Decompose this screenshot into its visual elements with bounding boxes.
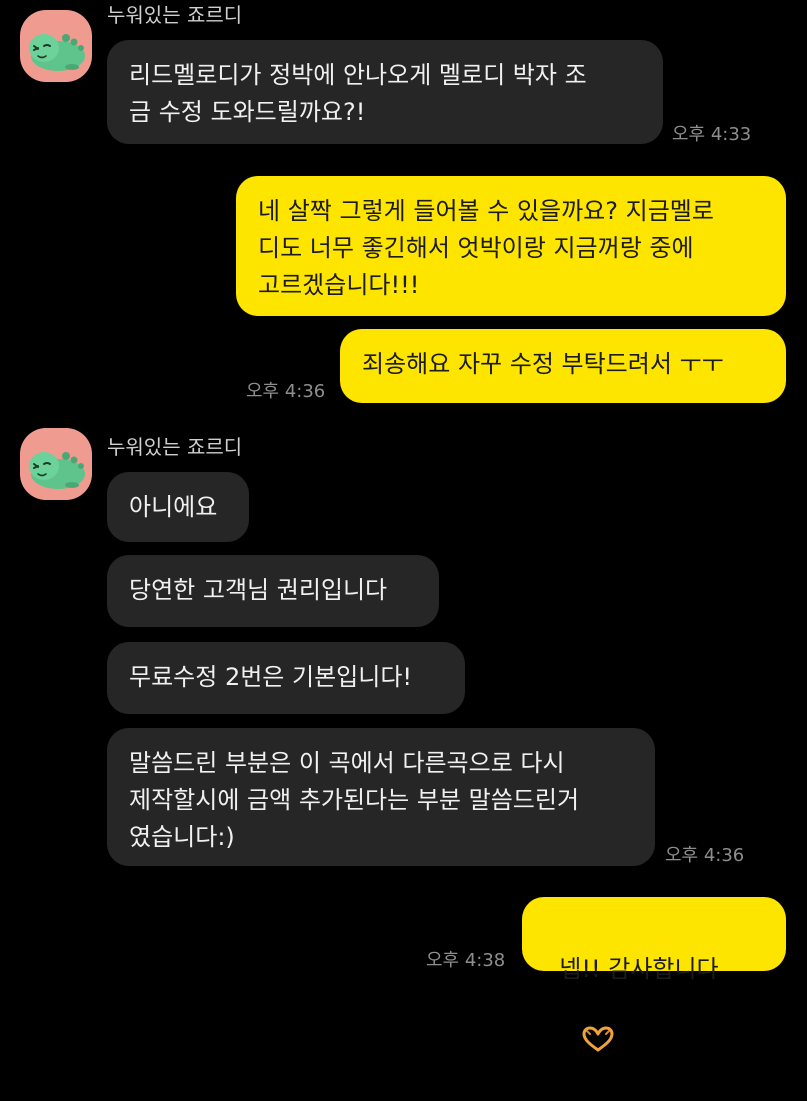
message-time: 오후 4:33 <box>672 124 752 145</box>
sender-name: 누워있는 죠르디 <box>107 3 243 27</box>
heart-hands-icon <box>550 988 615 1101</box>
avatar[interactable] <box>20 428 92 500</box>
sender-name: 누워있는 죠르디 <box>107 435 243 459</box>
message-bubble[interactable]: 아니에요 <box>107 472 249 542</box>
message-time: 오후 4:38 <box>426 950 506 971</box>
avatar[interactable] <box>20 10 92 82</box>
jordy-dinosaur-icon <box>29 34 85 71</box>
message-bubble[interactable]: 당연한 고객님 권리입니다 <box>107 555 439 627</box>
message-text: 넵!! 감사합니다 <box>559 955 719 983</box>
message-bubble[interactable]: 넵!! 감사합니다 <box>522 897 786 1052</box>
jordy-dinosaur-icon <box>29 452 85 489</box>
message-bubble[interactable]: 죄송해요 자꾸 수정 부탁드려서 ㅜㅜ <box>340 329 786 403</box>
message-bubble[interactable]: 네 살짝 그렇게 들어볼 수 있을까요? 지금멜로 디도 너무 좋긴해서 엇박이… <box>236 176 786 316</box>
message-bubble[interactable]: 리드멜로디가 정박에 안나오게 멜로디 박자 조 금 수정 도와드릴까요?! <box>107 40 663 144</box>
message-time: 오후 4:36 <box>246 381 326 402</box>
message-bubble[interactable]: 말씀드린 부분은 이 곡에서 다른곡으로 다시 제작할시에 금액 추가된다는 부… <box>107 728 655 866</box>
message-time: 오후 4:36 <box>665 845 745 866</box>
message-bubble[interactable]: 무료수정 2번은 기본입니다! <box>107 642 465 714</box>
